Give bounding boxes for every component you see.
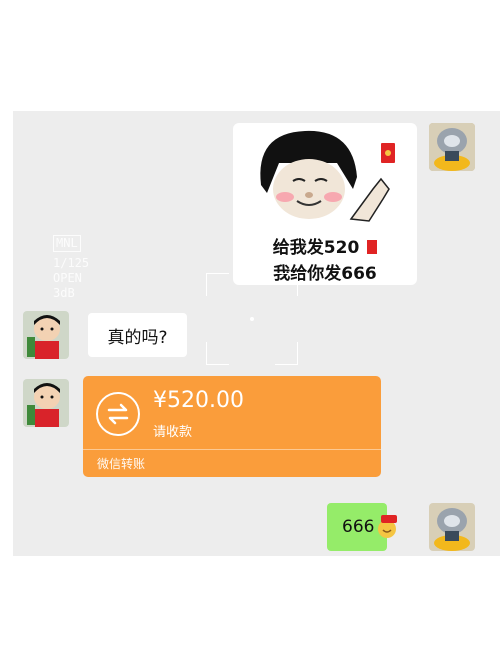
sticker-caption-1: 给我发520 — [233, 233, 417, 258]
sticker-message[interactable]: 给我发520 我给你发666 — [233, 123, 417, 285]
emoji-666-icon — [377, 513, 399, 543]
transfer-divider — [83, 449, 381, 450]
overlay-aperture: OPEN — [53, 271, 82, 285]
self-avatar[interactable] — [429, 503, 475, 551]
outgoing-message-text: 666 — [342, 517, 375, 537]
incoming-message-text: 真的吗? — [107, 327, 168, 348]
focus-bracket-icon — [206, 273, 298, 365]
self-avatar[interactable] — [429, 123, 475, 171]
camera-overlay: MNL 1/125 OPEN 3dB — [53, 235, 89, 301]
contact-avatar[interactable] — [23, 311, 69, 359]
meme-face-image — [260, 130, 395, 222]
red-envelope-icon — [367, 240, 378, 254]
transfer-icon — [96, 392, 140, 436]
incoming-message-bubble[interactable]: 真的吗? — [88, 313, 187, 357]
overlay-tag: MNL — [53, 235, 81, 252]
transfer-amount: ¥520.00 — [153, 388, 244, 413]
transfer-footer: 微信转账 — [97, 457, 146, 471]
transfer-card[interactable]: ¥520.00 请收款 微信转账 — [83, 376, 381, 477]
chat-area: 给我发520 我给你发666 MNL 1/125 OPEN 3dB 真的吗? ¥… — [13, 111, 500, 556]
contact-avatar[interactable] — [23, 379, 69, 427]
overlay-shutter: 1/125 — [53, 256, 90, 270]
overlay-exposure: 3dB — [53, 286, 75, 300]
transfer-status: 请收款 — [153, 425, 193, 440]
outgoing-message-bubble[interactable]: 666 — [327, 503, 397, 551]
